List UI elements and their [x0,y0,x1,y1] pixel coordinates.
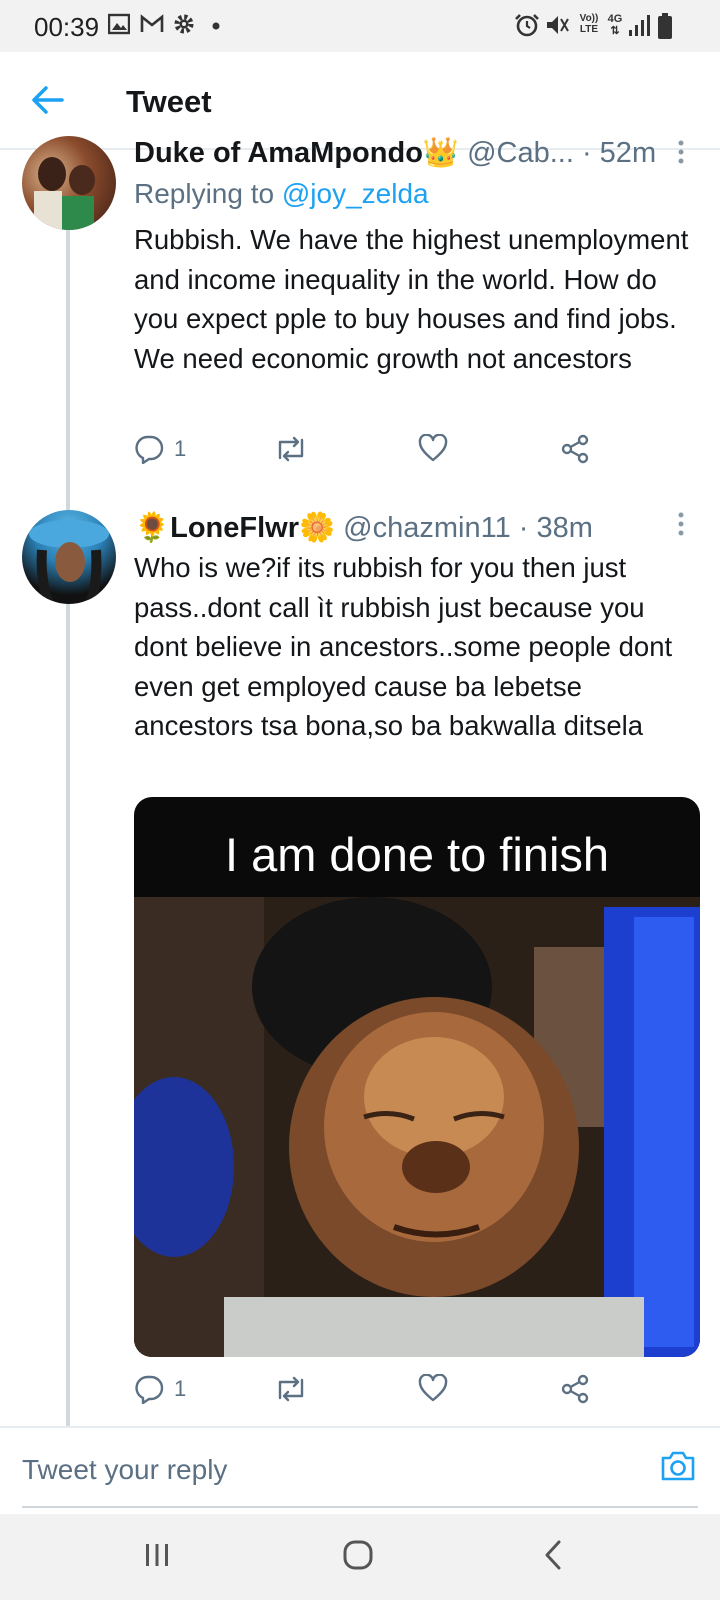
handle[interactable]: @chazmin11 [343,512,511,544]
sunflower-emoji: 🌻 [134,512,171,544]
tweet-text: Rubbish. We have the highest unemploymen… [134,224,689,374]
thread-connector-line [66,228,70,1426]
page-title: Tweet [126,84,212,119]
timestamp: · 38m [518,512,593,544]
tweet-text: Who is we?if its rubbish for you then ju… [134,552,673,741]
volte-icon: Vo)) LTE [579,13,599,35]
status-bar: 00:39 Vo)) LTE 4G ⇅ [0,0,720,52]
reply-button[interactable]: 1 [134,434,186,464]
like-button[interactable] [418,1374,448,1402]
back-arrow-icon[interactable] [30,82,66,118]
home-icon[interactable] [343,1540,373,1570]
retweet-button[interactable] [274,434,308,464]
dot-icon [212,22,220,30]
tweet-actions: 1 [134,1374,604,1414]
battery-icon [658,13,672,39]
status-time: 00:39 [34,12,100,42]
mute-icon [547,16,569,34]
network-label: 4G [607,13,623,25]
gmail-icon [140,14,164,32]
blossom-emoji: 🌼 [299,512,336,544]
retweet-button[interactable] [274,1374,308,1404]
tweet-reply-input[interactable]: Tweet your reply [22,1454,227,1486]
avatar[interactable] [22,510,116,604]
more-options-icon[interactable] [678,512,684,536]
heart-icon [418,1374,448,1402]
share-button[interactable] [560,1374,590,1404]
reply-icon [135,435,164,464]
more-options-icon[interactable] [678,140,684,164]
camera-icon[interactable] [660,1450,696,1482]
tweet-header: Duke of AmaMpondo👑 @Cab... · 52m [134,136,656,170]
retweet-icon [278,436,304,462]
back-nav-icon[interactable] [544,1540,562,1570]
timestamp: · 52m [581,137,657,169]
replying-to: Replying to @joy_zelda [134,178,429,210]
reply-icon [135,1375,164,1404]
display-name[interactable]: LoneFlwr [170,512,299,544]
like-button[interactable] [418,434,448,462]
reply-count: 1 [174,1376,187,1401]
replying-prefix: Replying to [134,178,275,209]
crown-emoji: 👑 [422,137,460,169]
reply-button[interactable]: 1 [134,1374,186,1404]
4g-icon: 4G ⇅ [607,13,623,37]
share-button[interactable] [560,434,590,464]
replying-to-handle[interactable]: @joy_zelda [282,178,429,209]
handle[interactable]: @Cab... [467,137,574,169]
system-nav-bar [0,1514,720,1600]
share-icon [561,434,589,464]
input-underline [22,1506,698,1508]
share-icon [561,1374,589,1404]
settings-icon [174,14,194,34]
reply-composer: Tweet your reply [0,1426,720,1516]
display-name[interactable]: Duke of AmaMpondo [134,137,423,169]
signal-icon [629,15,650,36]
tweet-actions: 1 [134,434,604,474]
heart-icon [418,434,448,462]
tweet-media-image[interactable]: I am done to finish [134,797,700,1357]
media-caption: I am done to finish [224,828,610,881]
reply-count: 1 [174,436,187,461]
tweet-header: 🌻LoneFlwr🌼 @chazmin11 · 38m [134,511,593,545]
alarm-icon [515,14,539,37]
recent-apps-icon[interactable] [144,1542,170,1568]
image-icon [108,13,130,35]
avatar[interactable] [22,136,116,230]
retweet-icon [278,1376,304,1402]
